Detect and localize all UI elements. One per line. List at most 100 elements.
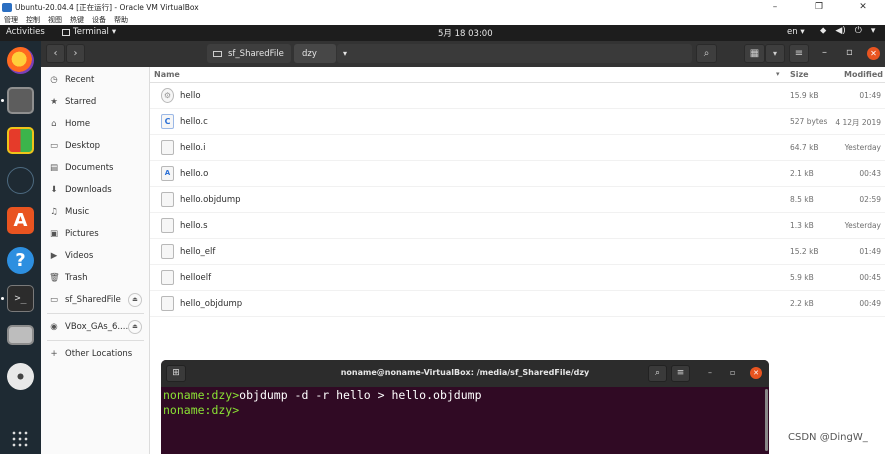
text-file-icon: [161, 296, 174, 311]
file-row[interactable]: hello_objdump 2.2 kB 00:49: [150, 291, 885, 317]
file-row[interactable]: ⚙ hello 15.9 kB 01:49: [150, 83, 885, 109]
vbox-menu-hotkeys[interactable]: 热键: [70, 15, 84, 25]
file-row[interactable]: helloelf 5.9 kB 00:45: [150, 265, 885, 291]
sidebar-item-sf-sharedfile[interactable]: ▭ sf_SharedFile ⏏: [41, 290, 150, 310]
terminal-minimize-button[interactable]: –: [708, 368, 712, 377]
sidebar-item-desktop[interactable]: ▭ Desktop: [41, 136, 150, 156]
vbox-restore-button[interactable]: ❐: [797, 0, 841, 14]
chevron-down-icon: ▾: [800, 27, 805, 37]
virtualbox-icon: [2, 2, 12, 12]
terminal-scrollbar[interactable]: [765, 389, 768, 451]
path-dropdown[interactable]: ▾: [337, 44, 692, 63]
help-icon[interactable]: ?: [7, 247, 34, 274]
sidebar-item-label: Other Locations: [65, 349, 133, 359]
text-file-icon: [161, 218, 174, 233]
sidebar-item-other-locations[interactable]: + Other Locations: [41, 344, 150, 364]
eject-icon[interactable]: ⏏: [128, 293, 142, 307]
restore-button[interactable]: ▫: [846, 47, 853, 58]
file-row[interactable]: hello.i 64.7 kB Yesterday: [150, 135, 885, 161]
software-center-icon[interactable]: A: [7, 207, 34, 234]
file-name: hello.c: [180, 117, 208, 127]
vbox-window-controls: – ❐ ✕: [753, 0, 885, 14]
file-row[interactable]: C hello.c 527 bytes 4 12月 2019: [150, 109, 885, 135]
vbox-menu-help[interactable]: 帮助: [114, 15, 128, 25]
close-icon: ✕: [753, 369, 759, 377]
main-menu-button[interactable]: ≡: [789, 44, 809, 63]
sidebar-item-music[interactable]: ♫ Music: [41, 202, 150, 222]
video-icon: ▶: [50, 251, 58, 261]
desktop-icon: ▭: [49, 141, 59, 151]
column-size[interactable]: Size: [790, 70, 809, 79]
terminal-menu-button[interactable]: ≡: [671, 365, 690, 382]
hamburger-menu-icon: ≡: [676, 368, 685, 378]
vbox-titlebar: Ubuntu-20.04.4 [正在运行] - Oracle VM Virtua…: [0, 0, 885, 14]
input-language-indicator[interactable]: en ▾: [787, 27, 805, 37]
vbox-menubar: 管理 控制 视图 热键 设备 帮助: [0, 14, 885, 25]
clock[interactable]: 5月 18 03:00: [438, 27, 493, 39]
sidebar-item-starred[interactable]: ★ Starred: [41, 92, 150, 112]
vbox-window-title: Ubuntu-20.04.4 [正在运行] - Oracle VM Virtua…: [15, 2, 199, 12]
vbox-menu-view[interactable]: 视图: [48, 15, 62, 25]
terminal-close-button[interactable]: ✕: [750, 367, 762, 379]
chevron-down-icon: ▾: [343, 49, 348, 58]
forward-button[interactable]: ›: [66, 44, 85, 63]
sidebar-item-vbox-gas[interactable]: ◉ VBox_GAs_6.... ⏏: [41, 317, 150, 337]
vbox-close-button[interactable]: ✕: [841, 0, 885, 14]
file-size: 15.2 kB: [790, 247, 819, 256]
search-button[interactable]: ⌕: [696, 44, 717, 63]
chevron-left-icon: ‹: [53, 48, 58, 59]
system-menu[interactable]: ⬥ ◀) ⏻ ▾: [820, 26, 875, 36]
edb-debugger-icon[interactable]: [7, 167, 34, 194]
column-modified[interactable]: Modified: [844, 70, 883, 79]
sidebar-item-documents[interactable]: ▤ Documents: [41, 158, 150, 178]
text-file-icon: [161, 244, 174, 259]
column-name[interactable]: Name: [154, 70, 180, 79]
sidebar-item-recent[interactable]: ◷ Recent: [41, 70, 150, 90]
file-size: 5.9 kB: [790, 273, 814, 282]
sidebar-item-videos[interactable]: ▶ Videos: [41, 246, 150, 266]
plus-icon: +: [50, 349, 58, 359]
search-icon: ⌕: [654, 368, 661, 378]
terminal-search-button[interactable]: ⌕: [648, 365, 667, 382]
vbox-minimize-button[interactable]: –: [753, 0, 797, 14]
firefox-icon[interactable]: [7, 47, 34, 74]
files-icon[interactable]: [7, 87, 34, 114]
breadcrumb-sf-sharedfile[interactable]: sf_SharedFile: [207, 44, 291, 63]
app-grid-icon[interactable]: [11, 430, 29, 448]
app-menu[interactable]: Terminal ▾: [62, 27, 116, 37]
terminal-icon[interactable]: >_: [7, 285, 34, 312]
activities-button[interactable]: Activities: [6, 27, 45, 37]
file-modified: 00:43: [859, 169, 881, 178]
terminal-window[interactable]: ⊞ noname@noname-VirtualBox: /media/sf_Sh…: [161, 360, 769, 454]
puzzle-app-icon[interactable]: [7, 127, 34, 154]
file-name: helloelf: [180, 273, 212, 283]
file-name: hello.o: [180, 169, 209, 179]
terminal-line: noname:dzy>objdump -d -r hello > hello.o…: [163, 388, 482, 402]
file-row[interactable]: hello_elf 15.2 kB 01:49: [150, 239, 885, 265]
file-row[interactable]: hello.objdump 8.5 kB 02:59: [150, 187, 885, 213]
sidebar-item-pictures[interactable]: ▣ Pictures: [41, 224, 150, 244]
view-options-button[interactable]: ▾: [765, 44, 785, 63]
c-source-icon: C: [161, 114, 174, 129]
back-button[interactable]: ‹: [46, 44, 65, 63]
vbox-menu-control[interactable]: 控制: [26, 15, 40, 25]
sidebar-item-trash[interactable]: 🗑 Trash: [41, 268, 150, 288]
close-button[interactable]: ✕: [867, 47, 880, 60]
vbox-menu-manage[interactable]: 管理: [4, 15, 18, 25]
app-menu-label: Terminal: [73, 27, 109, 37]
sidebar-item-downloads[interactable]: ⬇ Downloads: [41, 180, 150, 200]
file-row[interactable]: A hello.o 2.1 kB 00:43: [150, 161, 885, 187]
terminal-restore-button[interactable]: ▫: [730, 368, 735, 377]
eject-icon[interactable]: ⏏: [128, 320, 142, 334]
drive-icon[interactable]: [7, 325, 34, 345]
file-row[interactable]: hello.s 1.3 kB Yesterday: [150, 213, 885, 239]
sidebar-item-home[interactable]: ⌂ Home: [41, 114, 150, 134]
running-indicator: [1, 297, 4, 300]
breadcrumb-dzy[interactable]: dzy: [294, 44, 336, 63]
optical-disc-icon[interactable]: [7, 363, 34, 390]
home-icon: ⌂: [51, 119, 57, 129]
network-icon: ⬥: [820, 26, 827, 36]
minimize-button[interactable]: –: [822, 47, 827, 58]
vbox-menu-devices[interactable]: 设备: [92, 15, 106, 25]
view-mode-button[interactable]: ▦: [744, 44, 765, 63]
